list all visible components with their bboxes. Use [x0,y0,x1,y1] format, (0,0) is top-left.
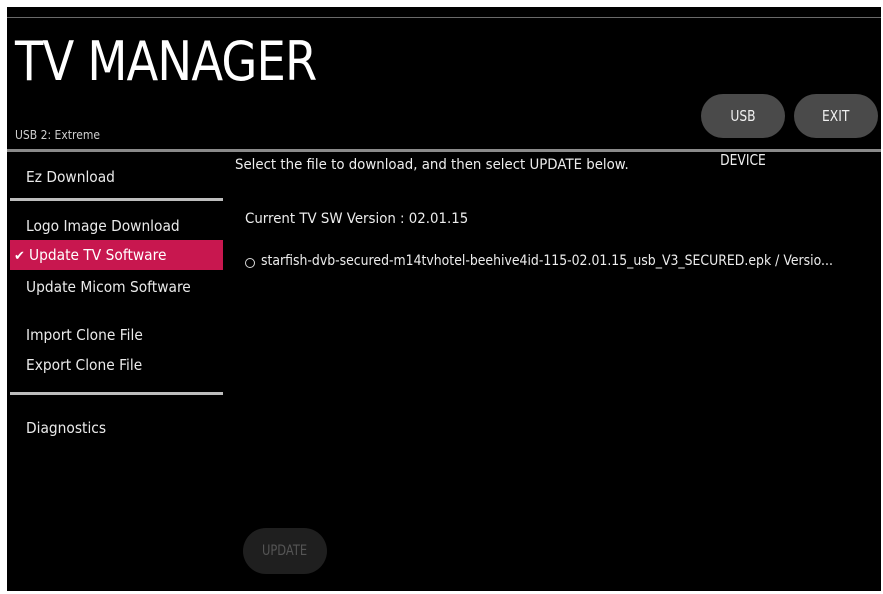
usb-device-button[interactable]: USB DEVICE [701,94,785,169]
exit-button[interactable]: EXIT [794,94,878,138]
sidebar-item-label: Ez Download [26,168,115,186]
sidebar-item-import-clone-file[interactable]: Import Clone File [10,320,223,350]
instruction-text: Select the file to download, and then se… [235,157,629,173]
sidebar-item-update-tv-software[interactable]: ✔ Update TV Software [10,240,223,270]
file-list-item[interactable]: starfish-dvb-secured-m14tvhotel-beehive4… [245,253,877,275]
sidebar-item-ez-download[interactable]: Ez Download [10,162,223,192]
sidebar-item-label: Diagnostics [26,419,107,437]
usb-label: USB 2: Extreme [15,128,101,142]
page-title: TV MANAGER [15,30,317,93]
top-divider [7,17,881,18]
sidebar-item-diagnostics[interactable]: Diagnostics [10,413,223,443]
sidebar-item-label: Logo Image Download [26,217,180,235]
sidebar-item-label: Import Clone File [26,326,143,344]
file-name: starfish-dvb-secured-m14tvhotel-beehive4… [261,253,833,269]
radio-button-icon[interactable] [245,258,255,268]
sidebar-item-logo-image-download[interactable]: Logo Image Download [10,211,223,241]
current-version-text: Current TV SW Version : 02.01.15 [245,211,469,227]
sidebar-item-label: Export Clone File [26,356,143,374]
check-icon: ✔ [14,249,25,264]
sidebar-divider [10,392,223,395]
main-panel: Select the file to download, and then se… [235,152,881,591]
tv-manager-screen: TV MANAGER USB 2: Extreme USB DEVICE EXI… [7,7,881,591]
update-button[interactable]: UPDATE [243,528,327,574]
sidebar-menu: Ez Download Logo Image Download ✔ Update… [10,152,223,591]
sidebar-item-update-micom-software[interactable]: Update Micom Software [10,272,223,302]
exit-button-label: EXIT [822,107,850,125]
sidebar-divider [10,198,223,201]
sidebar-item-label: Update Micom Software [26,278,191,296]
sidebar-item-export-clone-file[interactable]: Export Clone File [10,350,223,380]
sidebar-item-label: Update TV Software [28,246,167,264]
update-button-label: UPDATE [262,543,308,559]
